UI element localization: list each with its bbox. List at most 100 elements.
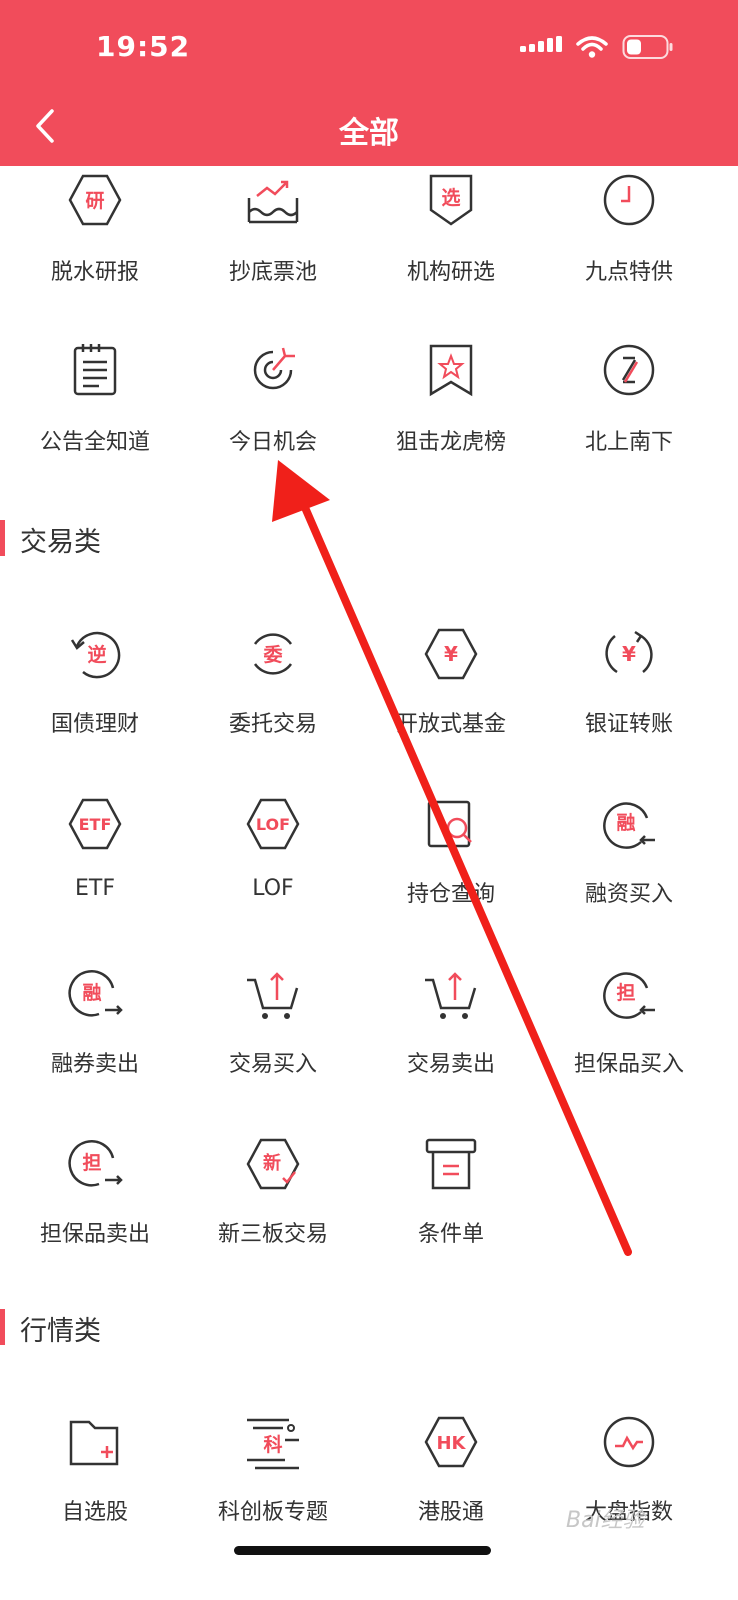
content-area: 研 脱水研报 抄底票池 选 机构研选 九点特供 公告全知道 今日机会 狙击龙虎榜… <box>0 166 738 1600</box>
market-ganggutong[interactable]: HK 港股通 <box>360 1396 542 1556</box>
cart-sell-icon <box>423 966 479 1022</box>
feature-jigou[interactable]: 选 机构研选 <box>360 166 542 326</box>
new-third-board-icon: 新 <box>245 1136 301 1192</box>
north-south-circle-icon <box>601 342 657 398</box>
trade-buy[interactable]: 交易买入 <box>182 952 364 1112</box>
hk-hexagon-icon: HK <box>423 1414 479 1470</box>
trade-collateral-sell[interactable]: 担 担保品卖出 <box>4 1122 186 1282</box>
section-title: 行情类 <box>20 1316 101 1347</box>
trade-kaifangjijin[interactable]: ¥ 开放式基金 <box>360 612 542 772</box>
feature-label: 担保品卖出 <box>39 1222 150 1247</box>
trade-rongquan[interactable]: 融 融券卖出 <box>4 952 186 1112</box>
feature-label: 港股通 <box>417 1500 484 1525</box>
svg-text:选: 选 <box>441 187 460 209</box>
yen-hexagon-icon: ¥ <box>423 626 479 682</box>
feature-label: 委托交易 <box>228 712 317 737</box>
trade-guozhai[interactable]: 逆 国债理财 <box>4 612 186 772</box>
home-indicator <box>234 1546 491 1555</box>
feature-label: 机构研选 <box>406 260 495 285</box>
trade-yinzheng[interactable]: ¥ 银证转账 <box>538 612 720 772</box>
watermark: Bai经验 <box>566 1508 645 1533</box>
cart-buy-icon <box>245 966 301 1022</box>
index-pulse-icon <box>601 1414 657 1470</box>
lof-hexagon-icon: LOF <box>245 796 301 852</box>
feature-jiudian[interactable]: 九点特供 <box>538 166 720 326</box>
short-sell-icon: 融 <box>67 966 123 1022</box>
star-bookmark-icon <box>423 342 479 398</box>
document-list-icon <box>67 342 123 398</box>
wifi-icon <box>576 35 608 63</box>
section-accent-bar <box>0 1309 5 1345</box>
entrust-icon: 委 <box>245 626 301 682</box>
svg-text:ETF: ETF <box>79 815 112 834</box>
star-market-icon: 科 <box>245 1414 301 1470</box>
battery-icon <box>622 34 674 64</box>
section-title: 交易类 <box>20 527 101 558</box>
rising-chart-pool-icon <box>245 172 301 228</box>
add-folder-icon <box>67 1414 123 1470</box>
feature-longhu[interactable]: 狙击龙虎榜 <box>360 338 542 498</box>
svg-text:LOF: LOF <box>256 815 290 834</box>
etf-hexagon-icon: ETF <box>67 796 123 852</box>
feature-chaodi[interactable]: 抄底票池 <box>182 166 364 326</box>
feature-yanbao[interactable]: 研 脱水研报 <box>4 166 186 326</box>
svg-text:¥: ¥ <box>444 642 458 666</box>
feature-label: 脱水研报 <box>50 260 139 285</box>
feature-gonggao[interactable]: 公告全知道 <box>4 338 186 498</box>
feature-label: 交易买入 <box>228 1052 317 1077</box>
status-icons <box>520 34 674 64</box>
svg-text:新: 新 <box>263 1152 281 1174</box>
market-zixuan[interactable]: 自选股 <box>4 1396 186 1556</box>
yan-hexagon-icon: 研 <box>67 172 123 228</box>
feature-label: 持仓查询 <box>406 882 495 907</box>
feature-label: 九点特供 <box>584 260 673 285</box>
yen-transfer-icon: ¥ <box>601 626 657 682</box>
page-title: 全部 <box>339 116 399 151</box>
svg-text:委: 委 <box>262 644 282 666</box>
svg-text:研: 研 <box>85 190 104 212</box>
svg-text:逆: 逆 <box>87 643 106 666</box>
trade-etf[interactable]: ETF ETF <box>4 782 186 942</box>
trade-rongzi[interactable]: 融 融资买入 <box>538 782 720 942</box>
cellular-signal-icon <box>520 36 562 62</box>
feature-beishang[interactable]: 北上南下 <box>538 338 720 498</box>
section-accent-bar <box>0 520 5 556</box>
market-kechuang[interactable]: 科 科创板专题 <box>182 1396 364 1556</box>
trade-collateral-buy[interactable]: 担 担保品买入 <box>538 952 720 1112</box>
feature-label: 交易卖出 <box>406 1052 495 1077</box>
feature-label: 国债理财 <box>50 712 139 737</box>
margin-buy-icon: 融 <box>601 796 657 852</box>
feature-label: 银证转账 <box>584 712 673 737</box>
trade-tiaojiandan[interactable]: 条件单 <box>360 1122 542 1282</box>
feature-label: 自选股 <box>61 1500 128 1525</box>
conditional-order-icon <box>423 1136 479 1192</box>
feature-jinri[interactable]: 今日机会 <box>182 338 364 498</box>
feature-label: 融资买入 <box>584 882 673 907</box>
feature-label: 条件单 <box>417 1222 484 1247</box>
status-time: 19:52 <box>96 30 191 63</box>
feature-label: 公告全知道 <box>39 430 150 455</box>
svg-text:融: 融 <box>616 812 635 834</box>
trade-lof[interactable]: LOF LOF <box>182 782 364 942</box>
collateral-buy-icon: 担 <box>601 966 657 1022</box>
feature-label: 新三板交易 <box>217 1222 328 1247</box>
app-header: 19:52 全部 <box>0 0 738 166</box>
feature-label: ETF <box>75 876 115 901</box>
feature-label: 融券卖出 <box>50 1052 139 1077</box>
svg-text:科: 科 <box>263 1433 282 1456</box>
svg-text:担: 担 <box>616 981 635 1004</box>
feature-label: 开放式基金 <box>395 712 506 737</box>
clock-icon <box>601 172 657 228</box>
trade-chicang[interactable]: 持仓查询 <box>360 782 542 942</box>
trade-sell[interactable]: 交易卖出 <box>360 952 542 1112</box>
feature-label: 今日机会 <box>228 430 317 455</box>
position-search-icon <box>423 796 479 852</box>
feature-label: 抄底票池 <box>228 260 317 285</box>
svg-text:担: 担 <box>82 1151 101 1174</box>
trade-xinsanban[interactable]: 新 新三板交易 <box>182 1122 364 1282</box>
svg-text:融: 融 <box>82 982 101 1004</box>
trade-weituo[interactable]: 委 委托交易 <box>182 612 364 772</box>
feature-label: LOF <box>252 876 294 901</box>
reverse-repo-icon: 逆 <box>67 626 123 682</box>
feature-label: 科创板专题 <box>217 1500 328 1525</box>
